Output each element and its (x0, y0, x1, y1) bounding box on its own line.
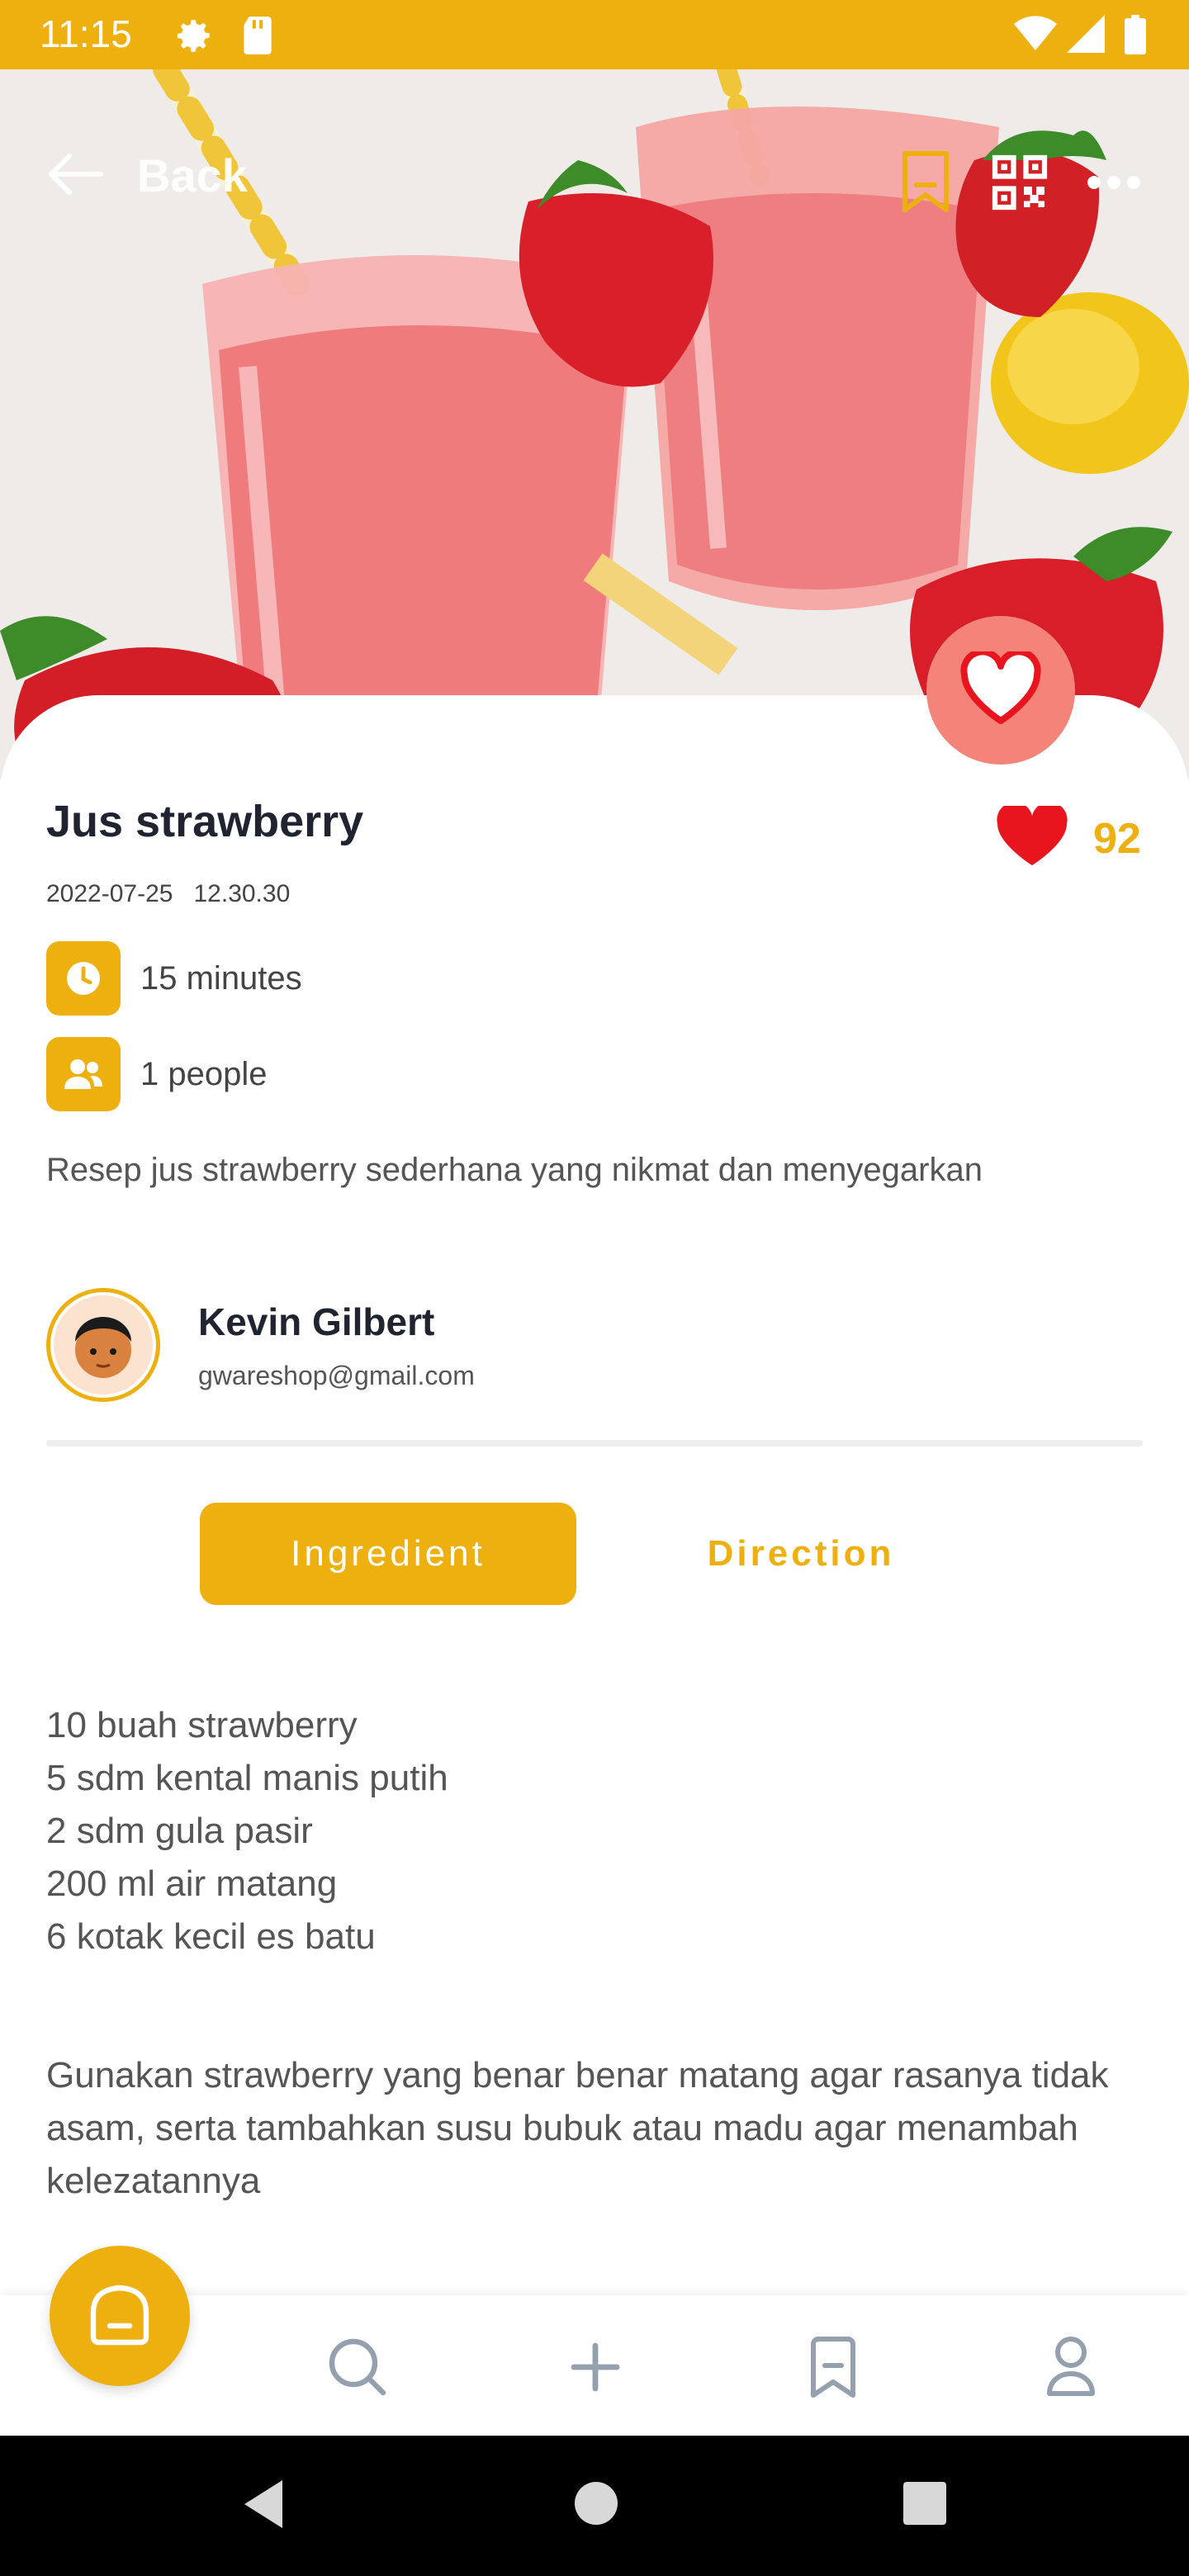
sd-card-status-icon (239, 15, 276, 59)
user-icon (1046, 2336, 1096, 2402)
people-icon (46, 1037, 121, 1111)
like-count-group: 92 (996, 802, 1141, 872)
heart-filled-icon[interactable] (996, 802, 1068, 872)
list-item: 6 kotak kecil es batu (46, 1916, 376, 1957)
search-icon (327, 2337, 388, 2401)
list-item: 10 buah strawberry (46, 1705, 358, 1745)
nav-search-button[interactable] (320, 2332, 395, 2406)
nav-profile-button[interactable] (1034, 2332, 1108, 2406)
list-item: 5 sdm kental manis putih (46, 1758, 448, 1798)
system-nav-bar (0, 2436, 1189, 2576)
system-back-icon[interactable] (239, 2477, 286, 2535)
home-icon (85, 2280, 154, 2352)
servings-text: 1 people (140, 1055, 268, 1092)
like-count: 92 (1093, 815, 1141, 863)
recipe-description: Resep jus strawberry sederhana yang nikm… (46, 1152, 983, 1188)
wifi-status-icon (1014, 15, 1057, 56)
author-card[interactable]: Kevin Gilbert gwareshop@gmail.com (46, 1288, 475, 1402)
home-button[interactable] (50, 2246, 190, 2386)
settings-status-icon (173, 15, 215, 59)
plus-icon (569, 2341, 622, 2397)
duration-row: 15 minutes (46, 941, 302, 1016)
top-nav: Back (0, 132, 1189, 231)
favorite-button[interactable] (926, 616, 1075, 765)
duration-text: 15 minutes (140, 959, 302, 997)
author-email: gwareshop@gmail.com (198, 1360, 475, 1390)
servings-row: 1 people (46, 1037, 267, 1111)
clock-icon (46, 941, 121, 1016)
list-item: 200 ml air matang (46, 1863, 338, 1904)
avatar (46, 1288, 160, 1402)
tab-direction[interactable]: Direction (685, 1503, 917, 1605)
status-bar: 11:15 (0, 0, 1189, 69)
back-label: Back (137, 149, 248, 201)
nav-bookmark-button[interactable] (796, 2332, 870, 2406)
system-home-icon[interactable] (573, 2480, 619, 2530)
recipe-datetime: 2022-07-25 12.30.30 (46, 880, 290, 908)
status-time: 11:15 (40, 12, 132, 55)
back-button[interactable]: Back (46, 149, 248, 202)
signal-status-icon (1067, 15, 1105, 56)
recipe-date: 2022-07-25 (46, 880, 173, 907)
tab-ingredient[interactable]: Ingredient (200, 1503, 576, 1605)
bookmark-icon (808, 2336, 858, 2402)
ingredient-list: 10 buah strawberry 5 sdm kental manis pu… (46, 1699, 448, 1963)
recipe-title: Jus strawberry (46, 797, 364, 846)
nav-add-button[interactable] (558, 2332, 632, 2406)
recipe-time: 12.30.30 (193, 880, 291, 907)
list-item: 2 sdm gula pasir (46, 1811, 313, 1851)
author-name: Kevin Gilbert (198, 1300, 435, 1343)
qr-code-icon[interactable] (991, 154, 1049, 215)
battery-status-icon (1125, 15, 1146, 58)
recipe-tip: Gunakan strawberry yang benar benar mata… (46, 2055, 1109, 2201)
system-recents-icon[interactable] (902, 2480, 948, 2530)
arrow-left-icon (46, 151, 104, 201)
divider (46, 1440, 1143, 1447)
bookmark-icon[interactable] (897, 149, 955, 218)
heart-outline-icon (959, 648, 1042, 729)
more-icon[interactable] (1087, 175, 1141, 193)
